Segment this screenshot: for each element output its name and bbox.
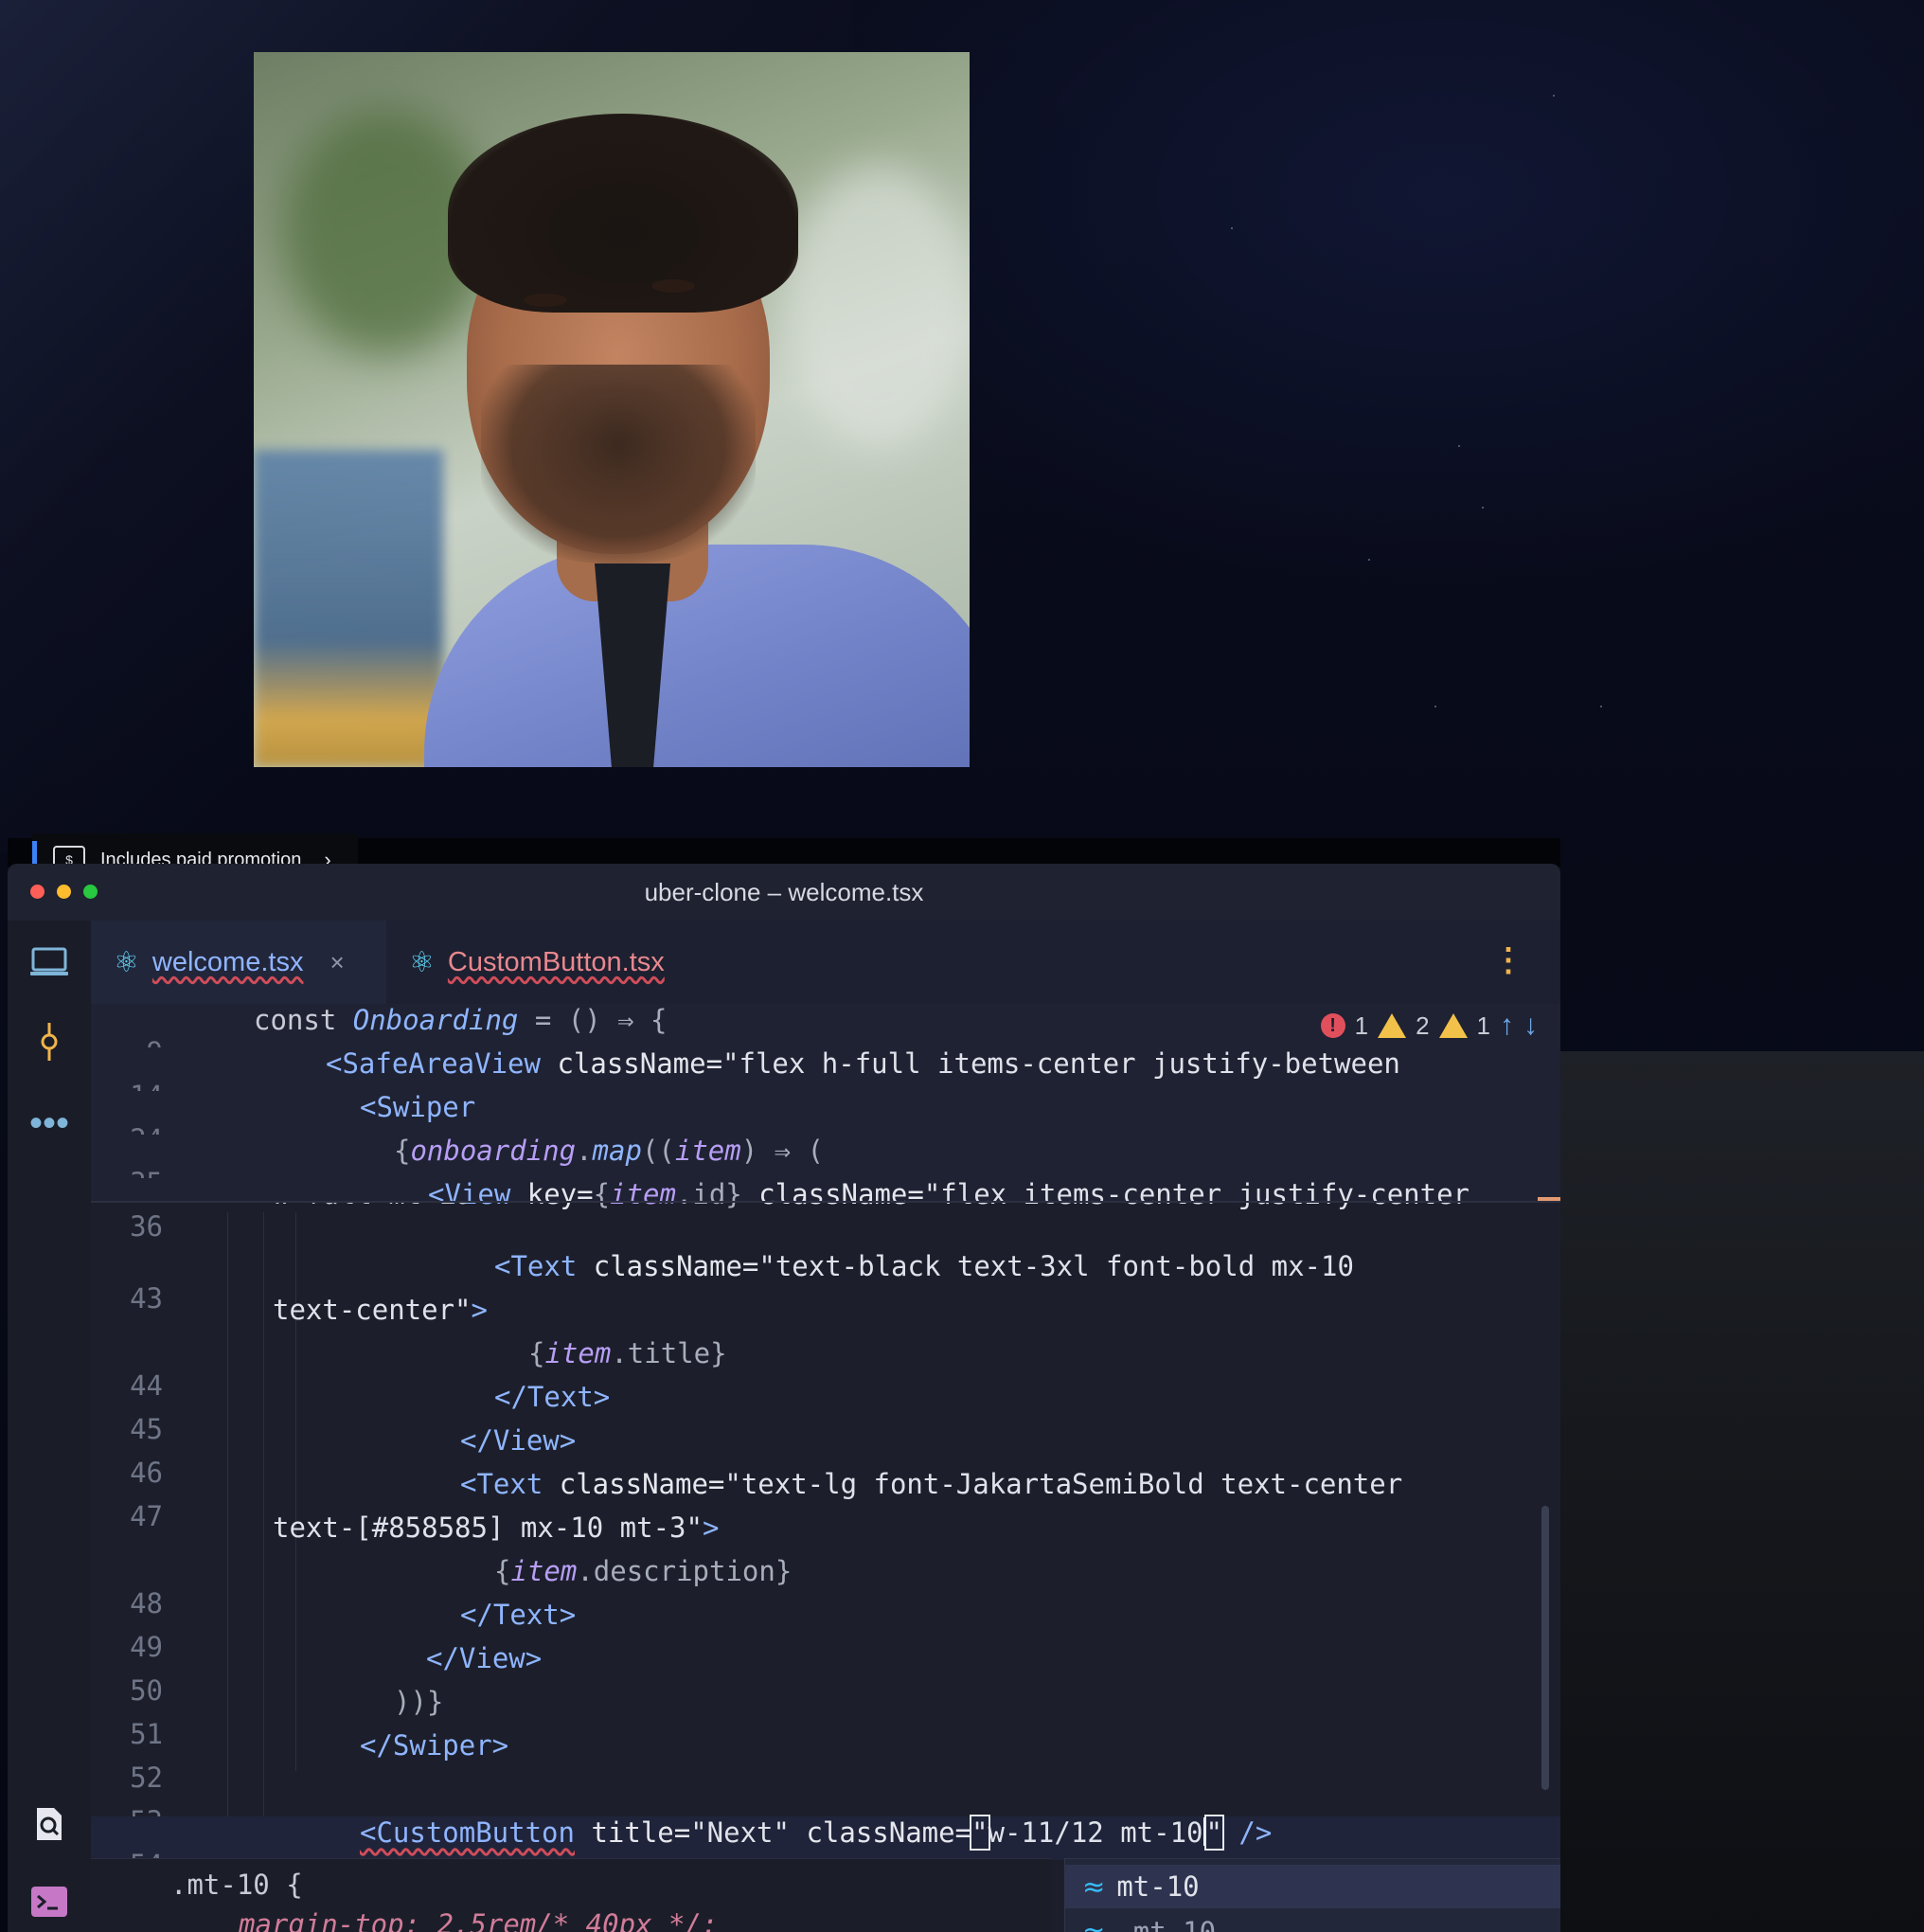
code-line: 46 </View> — [130, 1424, 577, 1489]
error-count: 1 — [1354, 1011, 1369, 1040]
window-title: uber-clone – welcome.tsx — [644, 877, 924, 906]
completion-item[interactable]: ≈ -mt-10 — [1065, 1910, 1560, 1932]
minimize-window-button[interactable] — [57, 885, 71, 899]
code-line: 50 </View> — [130, 1642, 543, 1707]
weak-warning-icon — [1438, 1013, 1468, 1038]
editor-tabs: ⚛ welcome.tsx × ⚛ CustomButton.tsx ⋮ — [91, 921, 1560, 1005]
completion-popup: ≈ mt-10 ≈ -mt-10 — [1064, 1858, 1560, 1932]
close-icon[interactable]: × — [330, 948, 344, 977]
code-line: 9 const Onboarding = () ⇒ { ! 1 2 1 ↑ ↓ — [91, 1004, 1560, 1068]
zoom-window-button[interactable] — [83, 885, 98, 899]
background-overlay — [1553, 1051, 1924, 1932]
code-line: 49 </Text> — [130, 1599, 577, 1663]
tab-label: CustomButton.tsx — [447, 946, 665, 977]
tab-welcome[interactable]: ⚛ welcome.tsx × — [91, 921, 386, 1004]
tool-sidebar: ••• — [8, 921, 92, 1932]
code-line: 53 — [91, 1773, 1560, 1837]
tab-label: welcome.tsx — [151, 946, 304, 977]
code-line: 14 <SafeAreaView className="flex h-full … — [91, 1047, 1560, 1112]
code-line: 45 </Text> — [130, 1381, 611, 1445]
completion-item[interactable]: ≈ mt-10 — [1065, 1865, 1560, 1908]
code-editor[interactable]: 9 const Onboarding = () ⇒ { ! 1 2 1 ↑ ↓ … — [91, 1004, 1560, 1932]
css-selector: .mt-10 { — [170, 1869, 303, 1901]
code-line: 43 <Text className="text-black text-3xl … — [130, 1250, 1354, 1315]
code-line: text-[#858585] mx-10 mt-3"> — [273, 1512, 720, 1544]
editor-scrollbar[interactable] — [1541, 1506, 1549, 1790]
code-line: 48 {item.description} — [130, 1555, 793, 1619]
weak-warning-count: 1 — [1476, 1011, 1490, 1040]
inspection-indicators[interactable]: ! 1 2 1 ↑ ↓ — [1320, 1004, 1538, 1047]
current-code-line: 54 <CustomButton title="Next" className=… — [91, 1815, 1560, 1881]
tab-custombutton[interactable]: ⚛ CustomButton.tsx — [386, 921, 670, 1004]
code-line: 51 ))} — [130, 1686, 444, 1750]
arrow-up-icon[interactable]: ↑ — [1500, 1010, 1514, 1042]
code-line: 35 {onboarding.map((item) ⇒ ( — [91, 1135, 1560, 1199]
terminal-icon[interactable] — [27, 1879, 72, 1924]
arrow-down-icon[interactable]: ↓ — [1523, 1010, 1538, 1042]
css-preview-popup: .mt-10 { margin-top: 2.5rem/* 40px */; — [91, 1858, 1051, 1932]
webcam-portrait — [254, 52, 970, 767]
change-marker — [1538, 1197, 1560, 1201]
warning-icon — [1378, 1013, 1407, 1038]
title-bar: uber-clone – welcome.tsx — [8, 864, 1560, 921]
more-icon[interactable]: ••• — [27, 1100, 72, 1146]
search-icon[interactable] — [27, 1801, 72, 1847]
code-line: 36 <View key={item.id} className="flex i… — [91, 1178, 1560, 1243]
code-line: text-center"> — [273, 1294, 488, 1326]
react-icon: ⚛ — [114, 946, 139, 978]
react-icon: ⚛ — [409, 946, 435, 978]
code-line: 24 <Swiper — [91, 1091, 1560, 1155]
error-icon: ! — [1320, 1013, 1345, 1038]
code-line: 47 <Text className="text-lg font-Jakarta… — [130, 1468, 1403, 1532]
warning-count: 2 — [1416, 1011, 1430, 1040]
ide-window: uber-clone – welcome.tsx ••• ⚛ welcome.t… — [8, 864, 1560, 1932]
kebab-menu-icon[interactable]: ⋮ — [1492, 941, 1524, 979]
css-rule: margin-top: 2.5rem/* 40px */; — [239, 1908, 719, 1932]
code-line-partial: w-full mt-10"> — [91, 1203, 1560, 1224]
code-line: 44 {item.title} — [130, 1337, 727, 1402]
tailwind-icon: ≈ — [1082, 1916, 1106, 1932]
code-line: 52 </Swiper> — [130, 1729, 509, 1794]
close-window-button[interactable] — [30, 885, 45, 899]
tailwind-icon: ≈ — [1082, 1870, 1106, 1903]
monitor-icon[interactable] — [27, 939, 72, 985]
commit-icon[interactable] — [27, 1019, 72, 1064]
